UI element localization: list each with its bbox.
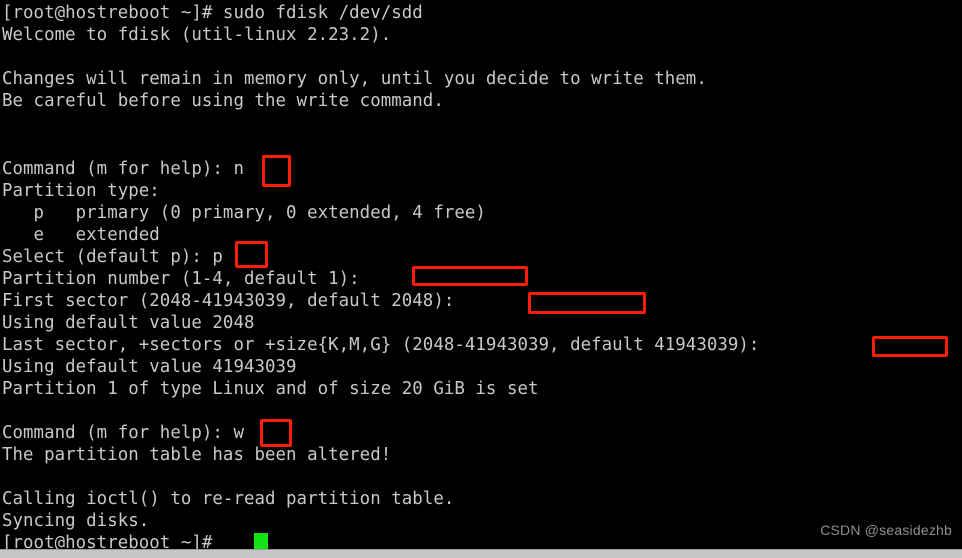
window-bottom-chrome <box>0 549 962 558</box>
annotation-box-select-p <box>235 241 268 268</box>
terminal-line-changes-warning: Changes will remain in memory only, unti… <box>2 69 707 89</box>
terminal-line-option-primary: p primary (0 primary, 0 extended, 4 free… <box>2 203 486 223</box>
terminal-window[interactable]: [root@hostreboot ~]# sudo fdisk /dev/sdd… <box>0 0 962 558</box>
terminal-line-first-sector: First sector (2048-41943039, default 204… <box>2 291 465 311</box>
terminal-screen[interactable]: [root@hostreboot ~]# sudo fdisk /dev/sdd… <box>0 0 962 553</box>
annotation-box-command-w <box>260 419 292 447</box>
terminal-line-table-altered: The partition table has been altered! <box>2 445 392 465</box>
terminal-line-careful-warning: Be careful before using the write comman… <box>2 91 444 111</box>
terminal-line-partition-type: Partition type: <box>2 181 160 201</box>
annotation-box-last-sector-input <box>872 336 948 357</box>
terminal-line-select-p: Select (default p): p <box>2 247 223 267</box>
terminal-line-prompt-fdisk: [root@hostreboot ~]# sudo fdisk /dev/sdd <box>2 3 423 23</box>
terminal-line-command-w: Command (m for help): w <box>2 423 244 443</box>
terminal-line-option-extended: e extended <box>2 225 160 245</box>
terminal-line-partition-number: Partition number (1-4, default 1): <box>2 269 371 289</box>
terminal-line-syncing-disks: Syncing disks. <box>2 511 150 531</box>
terminal-line-calling-ioctl: Calling ioctl() to re-read partition tab… <box>2 489 455 509</box>
annotation-box-first-sector-input <box>528 292 646 314</box>
terminal-line-default-last: Using default value 41943039 <box>2 357 297 377</box>
terminal-line-default-first: Using default value 2048 <box>2 313 255 333</box>
csdn-watermark: CSDN @seasidezhb <box>820 522 952 538</box>
terminal-line-last-sector: Last sector, +sectors or +size{K,M,G} (2… <box>2 335 770 355</box>
annotation-box-command-n <box>262 155 291 187</box>
annotation-box-partition-number-input <box>412 266 528 286</box>
terminal-line-command-n: Command (m for help): n <box>2 159 244 179</box>
terminal-line-welcome: Welcome to fdisk (util-linux 2.23.2). <box>2 25 392 45</box>
terminal-line-partition-set: Partition 1 of type Linux and of size 20… <box>2 379 539 399</box>
